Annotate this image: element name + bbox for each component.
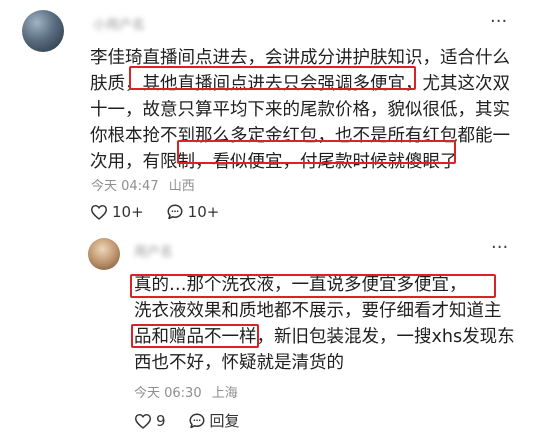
avatar[interactable] [22, 10, 64, 52]
reply-label: 回复 [209, 412, 240, 430]
comment-meta: 今天 04:47 山西 [91, 175, 201, 194]
like-count: 10+ [112, 203, 144, 221]
comment-line: 肤质，其他直播间点进去只会强调多便宜，尤其这次双 [90, 74, 510, 94]
comment-line: 洗衣液效果和质地都不展示，要仔细看才知道主 [134, 301, 502, 321]
comment-time: 今天 06:30 [134, 386, 202, 401]
reply-count: 10+ [187, 203, 220, 221]
comment-line: 你根本抢不到那么多定金红包，也不是所有红包都能一 [90, 126, 510, 146]
like-button[interactable]: 10+ [90, 203, 144, 221]
comment-line: 真的…那个洗衣液，一直说多便宜多便宜， [134, 275, 467, 295]
comment-line: 西也不好，怀疑就是清货的 [134, 353, 344, 373]
comment-location: 上海 [211, 386, 238, 401]
comment-line: 次用，有限制，看似便宜，付尾款时候就傻眼了 [90, 152, 458, 172]
username-blurred[interactable]: 小用户名 [93, 14, 145, 33]
comment-line: 李佳琦直播间点进去，会讲成分讲护肤知识，适合什么 [90, 48, 510, 68]
comment-actions: 9 回复 [134, 410, 262, 431]
heart-icon [90, 204, 108, 220]
comment-text: 李佳琦直播间点进去，会讲成分讲护肤知识，适合什么 肤质，其他直播间点进去只会强调… [90, 45, 510, 175]
comment-bubble-icon [189, 413, 205, 428]
more-options-icon[interactable]: ··· [490, 13, 507, 31]
comment-text: 真的…那个洗衣液，一直说多便宜多便宜， 洗衣液效果和质地都不展示，要仔细看才知道… [134, 272, 515, 376]
reply-button[interactable]: 回复 [188, 410, 240, 431]
comment-actions: 10+ 10+ [90, 203, 241, 221]
comment-meta: 今天 06:30 上海 [134, 382, 244, 401]
comment-line: 品和赠品不一样，新旧包装混发，一搜xhs发现东 [134, 327, 515, 347]
comment-location: 山西 [168, 179, 195, 194]
comment-line: 十一，故意只算平均下来的尾款价格，貌似很低，其实 [90, 100, 510, 120]
comment-bubble-icon [167, 204, 183, 220]
like-button[interactable]: 9 [134, 412, 166, 430]
comment-time: 今天 04:47 [91, 179, 159, 194]
more-options-icon[interactable]: ··· [491, 239, 508, 257]
avatar[interactable] [88, 238, 120, 270]
reply-button[interactable]: 10+ [166, 203, 220, 221]
like-count: 9 [156, 411, 166, 430]
username-blurred[interactable]: 用户名 [134, 241, 173, 260]
heart-icon [134, 413, 152, 429]
